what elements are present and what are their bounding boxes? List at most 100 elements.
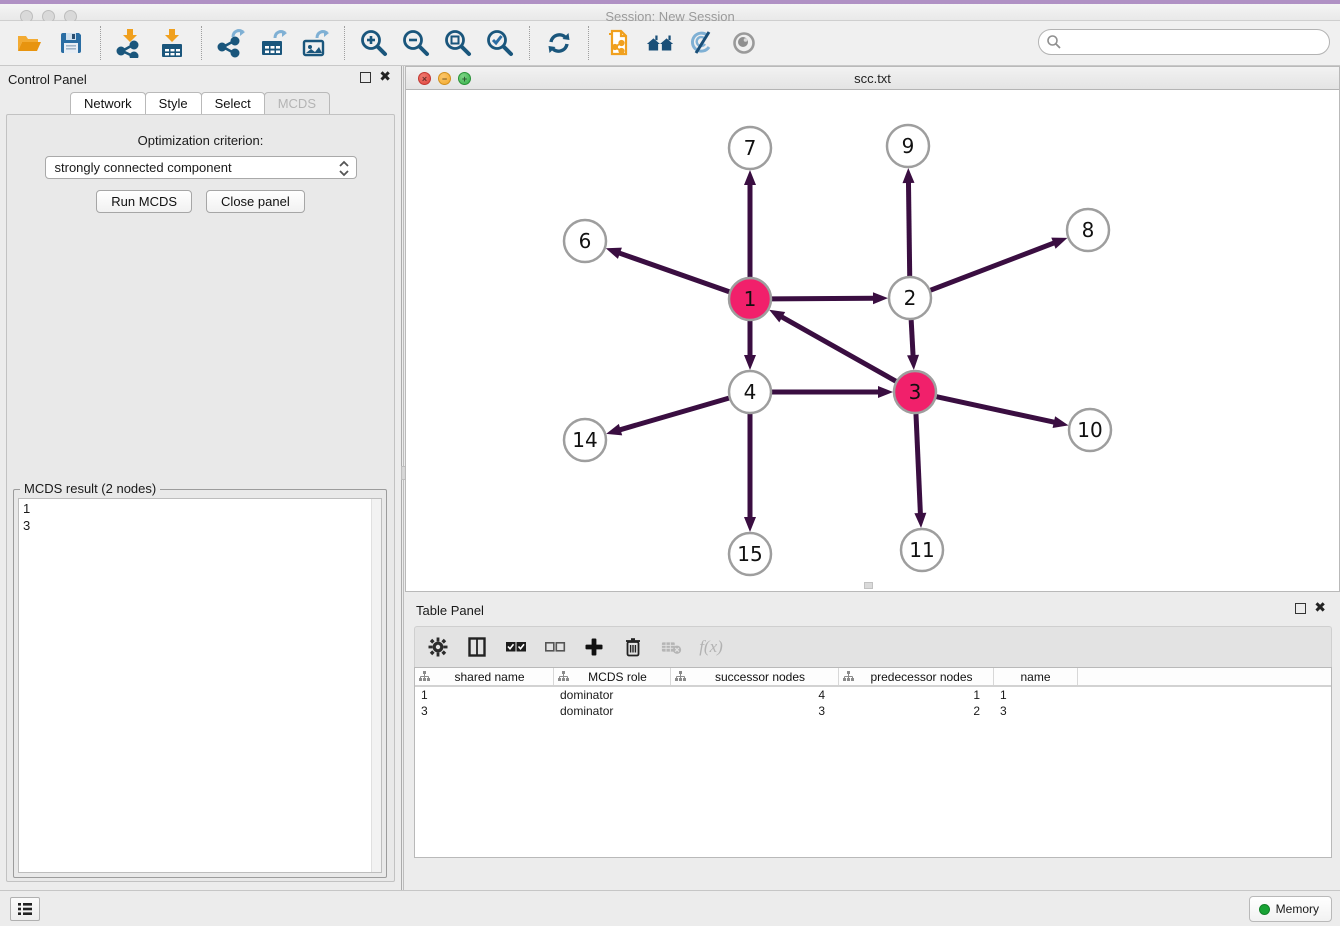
graph-node-label: 7 — [744, 136, 757, 160]
table-row[interactable]: 1dominator411 — [415, 687, 1331, 703]
graph-edge-3-1[interactable] — [781, 317, 895, 382]
select-all-icon[interactable] — [505, 636, 527, 658]
import-table-icon[interactable] — [157, 28, 187, 58]
table-cell[interactable]: 1 — [839, 688, 994, 702]
table-cell[interactable]: dominator — [554, 704, 671, 718]
result-line: 3 — [23, 517, 377, 534]
table-header-row[interactable]: shared name MCDS role successor nodes prede… — [415, 668, 1331, 687]
status-bar: Memory — [0, 890, 1340, 926]
graph-edge-3-11[interactable] — [916, 414, 920, 514]
run-mcds-button[interactable]: Run MCDS — [96, 190, 192, 213]
search-icon — [1046, 34, 1062, 50]
table-cell[interactable]: 3 — [671, 704, 839, 718]
column-header-label: shared name — [430, 670, 549, 684]
optimization-criterion-select[interactable]: strongly connected component — [45, 156, 357, 179]
table-panel: Table Panel ✖ — [404, 596, 1340, 890]
control-panel-title: Control Panel — [8, 72, 87, 87]
first-neighbors-icon[interactable] — [645, 28, 675, 58]
tab-network[interactable]: Network — [70, 92, 146, 114]
tab-style[interactable]: Style — [145, 92, 202, 114]
table-cell[interactable]: dominator — [554, 688, 671, 702]
mcds-tab-content: Optimization criterion: strongly connect… — [6, 114, 395, 882]
export-network-icon[interactable] — [216, 28, 246, 58]
control-panel: Control Panel ✖ Network Style Select MCD… — [0, 66, 401, 890]
table-cell[interactable]: 1 — [994, 688, 1078, 702]
add-icon[interactable] — [583, 636, 605, 658]
graph-edge-2-3[interactable] — [911, 320, 913, 356]
zoom-selected-icon[interactable] — [485, 28, 515, 58]
graph-edge-3-10[interactable] — [936, 397, 1054, 423]
delete-icon[interactable] — [622, 636, 644, 658]
graph-edge-2-9[interactable] — [908, 182, 909, 276]
column-header-shared-name[interactable]: shared name — [415, 668, 554, 685]
column-type-icon — [675, 671, 686, 682]
refresh-icon[interactable] — [544, 28, 574, 58]
canvas-resize-grip[interactable] — [864, 582, 873, 589]
import-network-icon[interactable] — [115, 28, 145, 58]
graph-edge-1-2[interactable] — [772, 298, 874, 299]
toolbar-separator — [588, 26, 589, 60]
new-network-from-selection-icon[interactable] — [603, 28, 633, 58]
column-header-label: MCDS role — [569, 670, 666, 684]
toggle-columns-icon[interactable] — [466, 636, 488, 658]
node-table[interactable]: shared name MCDS role successor nodes prede… — [414, 667, 1332, 858]
table-cell[interactable]: 2 — [839, 704, 994, 718]
column-type-icon — [843, 671, 854, 682]
graph-arrowhead — [907, 355, 920, 371]
zoom-out-icon[interactable] — [401, 28, 431, 58]
close-panel-icon[interactable]: ✖ — [379, 72, 391, 83]
task-history-button[interactable] — [10, 897, 40, 921]
export-table-icon[interactable] — [258, 28, 288, 58]
network-graph[interactable]: 1234678910111415 — [406, 90, 1339, 592]
graph-node-label: 8 — [1082, 218, 1095, 242]
mcds-result-title: MCDS result (2 nodes) — [20, 481, 160, 496]
graph-node-label: 2 — [904, 286, 917, 310]
network-window-title: scc.txt — [406, 71, 1339, 86]
graph-edge-4-14[interactable] — [620, 398, 729, 430]
memory-label: Memory — [1276, 902, 1319, 916]
column-header-successor-nodes[interactable]: successor nodes — [671, 668, 839, 685]
column-header-name[interactable]: name — [994, 668, 1078, 685]
graph-edge-2-8[interactable] — [931, 243, 1055, 290]
table-cell[interactable]: 3 — [415, 704, 554, 718]
float-panel-icon[interactable] — [360, 72, 371, 83]
graph-node-label: 9 — [902, 134, 915, 158]
eye-icon — [729, 28, 759, 58]
graph-node-label: 4 — [744, 380, 757, 404]
tab-select[interactable]: Select — [201, 92, 265, 114]
table-toolbar: f(x) — [414, 626, 1332, 667]
toolbar-separator — [201, 26, 202, 60]
deselect-all-icon[interactable] — [544, 636, 566, 658]
zoom-fit-icon[interactable] — [443, 28, 473, 58]
export-image-icon[interactable] — [300, 28, 330, 58]
table-cell[interactable]: 4 — [671, 688, 839, 702]
memory-button[interactable]: Memory — [1249, 896, 1332, 922]
column-header-label: predecessor nodes — [854, 670, 989, 684]
column-header-predecessor-nodes[interactable]: predecessor nodes — [839, 668, 994, 685]
mcds-result-textarea[interactable]: 1 3 — [18, 498, 382, 873]
close-table-panel-icon[interactable]: ✖ — [1314, 603, 1326, 614]
show-graphics-details-icon[interactable] — [687, 28, 717, 58]
zoom-in-icon[interactable] — [359, 28, 389, 58]
search-input[interactable] — [1038, 29, 1330, 55]
table-panel-title: Table Panel — [416, 603, 484, 618]
function-builder-icon: f(x) — [700, 636, 722, 658]
settings-gear-icon[interactable] — [427, 636, 449, 658]
network-window-titlebar[interactable]: × − + scc.txt — [406, 67, 1339, 90]
tab-mcds[interactable]: MCDS — [264, 92, 330, 114]
close-panel-button[interactable]: Close panel — [206, 190, 305, 213]
table-cell[interactable]: 1 — [415, 688, 554, 702]
column-header-MCDS-role[interactable]: MCDS role — [554, 668, 671, 685]
network-canvas[interactable]: 1234678910111415 — [406, 90, 1339, 591]
graph-arrowhead — [744, 355, 756, 370]
save-session-icon[interactable] — [56, 28, 86, 58]
open-session-icon[interactable] — [14, 28, 44, 58]
table-cell[interactable]: 3 — [994, 704, 1078, 718]
graph-edge-1-6[interactable] — [619, 253, 729, 292]
result-scrollbar[interactable] — [371, 499, 381, 872]
column-header-label: successor nodes — [686, 670, 834, 684]
column-type-icon — [419, 671, 430, 682]
table-row[interactable]: 3dominator323 — [415, 703, 1331, 719]
graph-arrowhead — [902, 168, 914, 183]
float-table-panel-icon[interactable] — [1295, 603, 1306, 614]
